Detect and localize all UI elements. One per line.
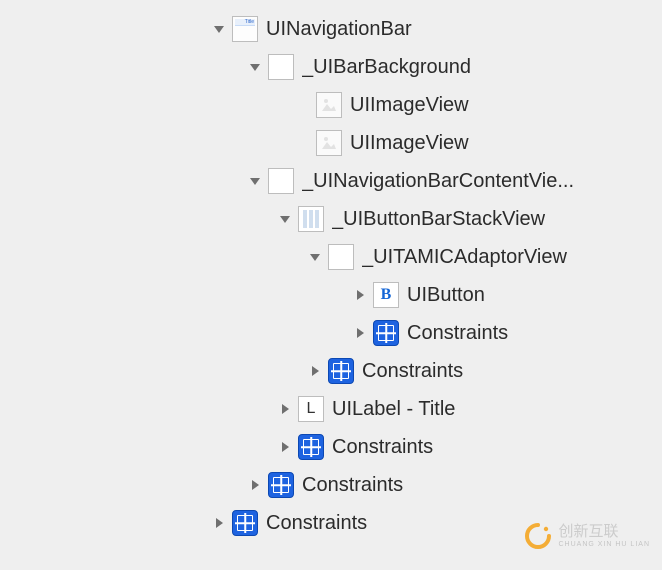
view-icon	[268, 54, 294, 80]
tree-item-label: _UITAMICAdaptorView	[362, 246, 567, 269]
watermark-text-pinyin: CHUANG XIN HU LIAN	[558, 541, 650, 548]
disclosure-triangle-icon[interactable]	[278, 440, 292, 454]
tree-item-label: Constraints	[407, 322, 508, 345]
disclosure-triangle-icon[interactable]	[248, 60, 262, 74]
watermark-logo-icon	[524, 522, 552, 550]
tree-item-label: Constraints	[362, 360, 463, 383]
tree-item-label: UINavigationBar	[266, 18, 412, 41]
tree-row-constraints[interactable]: Constraints	[0, 466, 662, 504]
tree-item-label: Constraints	[302, 474, 403, 497]
constraints-icon	[373, 320, 399, 346]
constraints-icon	[232, 510, 258, 536]
disclosure-triangle-icon[interactable]	[248, 478, 262, 492]
tree-row-constraints[interactable]: Constraints	[0, 428, 662, 466]
tree-item-label: UIImageView	[350, 132, 469, 155]
tree-item-label: UILabel - Title	[332, 398, 455, 421]
tree-item-label: Constraints	[266, 512, 367, 535]
watermark: 创新互联 CHUANG XIN HU LIAN	[524, 522, 650, 550]
tree-row-constraints[interactable]: Constraints	[0, 352, 662, 390]
view-hierarchy-tree: UINavigationBar _UIBarBackground UIImage…	[0, 0, 662, 552]
disclosure-triangle-icon[interactable]	[278, 402, 292, 416]
constraints-icon	[328, 358, 354, 384]
tree-item-label: _UIButtonBarStackView	[332, 208, 545, 231]
tree-row-uilabel-title[interactable]: L UILabel - Title	[0, 390, 662, 428]
tree-row-uitamicadaptorview[interactable]: _UITAMICAdaptorView	[0, 238, 662, 276]
disclosure-triangle-icon[interactable]	[278, 212, 292, 226]
disclosure-triangle-icon[interactable]	[212, 516, 226, 530]
stackview-icon	[298, 206, 324, 232]
disclosure-triangle-icon[interactable]	[212, 22, 226, 36]
constraints-icon	[268, 472, 294, 498]
tree-row-uiimageview[interactable]: UIImageView	[0, 86, 662, 124]
tree-item-label: Constraints	[332, 436, 433, 459]
tree-row-uibutton[interactable]: B UIButton	[0, 276, 662, 314]
tree-row-uinavigationbarcontentview[interactable]: _UINavigationBarContentVie...	[0, 162, 662, 200]
tree-row-constraints[interactable]: Constraints	[0, 314, 662, 352]
constraints-icon	[298, 434, 324, 460]
tree-row-uiimageview[interactable]: UIImageView	[0, 124, 662, 162]
imageview-icon	[316, 130, 342, 156]
tree-item-label: _UINavigationBarContentVie...	[302, 170, 574, 193]
tree-row-uibarbackground[interactable]: _UIBarBackground	[0, 48, 662, 86]
disclosure-triangle-icon[interactable]	[308, 364, 322, 378]
tree-row-uinavigationbar[interactable]: UINavigationBar	[0, 10, 662, 48]
disclosure-triangle-icon[interactable]	[353, 288, 367, 302]
button-icon: B	[373, 282, 399, 308]
tree-item-label: UIImageView	[350, 94, 469, 117]
imageview-icon	[316, 92, 342, 118]
view-icon	[328, 244, 354, 270]
tree-item-label: UIButton	[407, 284, 485, 307]
label-icon: L	[298, 396, 324, 422]
tree-item-label: _UIBarBackground	[302, 56, 471, 79]
view-icon	[268, 168, 294, 194]
disclosure-triangle-icon[interactable]	[248, 174, 262, 188]
tree-row-uibuttonbarstackview[interactable]: _UIButtonBarStackView	[0, 200, 662, 238]
disclosure-triangle-icon[interactable]	[308, 250, 322, 264]
navigation-bar-icon	[232, 16, 258, 42]
disclosure-triangle-icon[interactable]	[353, 326, 367, 340]
watermark-text-zh: 创新互联	[558, 524, 650, 539]
